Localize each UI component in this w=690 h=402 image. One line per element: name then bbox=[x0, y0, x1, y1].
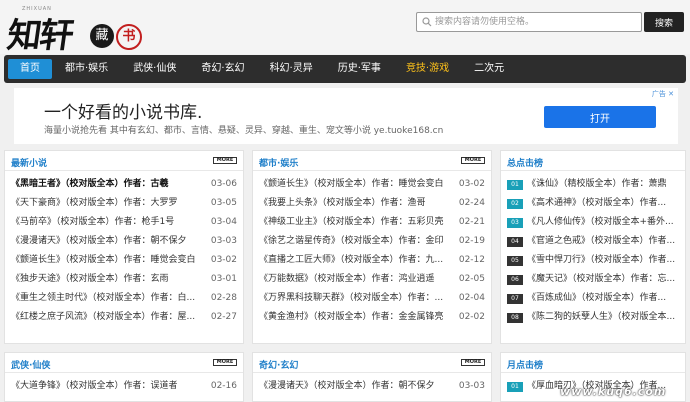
rank-number: 05 bbox=[507, 255, 523, 266]
main-nav: 首页 都市·娱乐 武侠·仙侠 奇幻·玄幻 科幻·灵异 历史·军事 竞技·游戏 二… bbox=[4, 55, 686, 83]
ad-badge[interactable]: 广告 ✕ bbox=[652, 89, 674, 99]
list-item[interactable]: 《颤道长生》（校对版全本）作者：睡觉会变白 03-02 bbox=[259, 175, 485, 194]
nav-item-wuxia[interactable]: 武侠·仙侠 bbox=[121, 59, 188, 79]
rank-number: 07 bbox=[507, 293, 523, 304]
panel-total-clicks: 总点击榜 01 《诛仙》（精校版全本）作者：萧鼎 02 《高术通神》（校对版全本）作… bbox=[500, 150, 686, 344]
panel-fantasy: 奇幻·玄幻 MORE 《漫漫诸天》（校对版全本）作者：朝不保夕 03-03 bbox=[252, 352, 492, 402]
rank-item[interactable]: 08 《陈二狗的妖孽人生》（校对版全本... bbox=[507, 308, 679, 327]
panel-latest: 最新小说 MORE 《黑暗王者》（校对版全本）作者：古羲 03-06 《天下豪商》… bbox=[4, 150, 244, 344]
list-item[interactable]: 《大道争锋》（校对版全本）作者：误道者 02-16 bbox=[11, 377, 237, 396]
rank-item[interactable]: 03 《凡人修仙传》（校对版全本+番外... bbox=[507, 213, 679, 232]
rank-number: 04 bbox=[507, 236, 523, 247]
panel-title[interactable]: 都市·娱乐 bbox=[259, 156, 298, 169]
panel-header: 总点击榜 bbox=[501, 151, 685, 171]
nav-item-games[interactable]: 竞技·游戏 bbox=[394, 59, 461, 79]
rank-item[interactable]: 04 《官道之色戒》（校对版全本）作者... bbox=[507, 232, 679, 251]
list-item[interactable]: 《漫漫诸天》（校对版全本）作者：朝不保夕 03-03 bbox=[259, 377, 485, 396]
logo-seal-dark: 藏 bbox=[90, 24, 114, 48]
panel-title[interactable]: 最新小说 bbox=[11, 156, 47, 169]
panel-title[interactable]: 奇幻·玄幻 bbox=[259, 358, 298, 371]
more-button[interactable]: MORE bbox=[461, 157, 485, 164]
panel-header: 武侠·仙侠 MORE bbox=[5, 353, 243, 373]
more-button[interactable]: MORE bbox=[461, 359, 485, 366]
ad-subtitle: 海量小说抢先看 其中有玄幻、都市、言情、悬疑、灵异、穿越、重生、宠文等小说 ye… bbox=[44, 126, 444, 136]
list-item[interactable]: 《万界黑科技聊天群》（校对版全本）作者：... 02-04 bbox=[259, 289, 485, 308]
list-item[interactable]: 《独步天途》（校对版全本）作者：玄雨 03-01 bbox=[11, 270, 237, 289]
list-item[interactable]: 《我要上头条》（校对版全本）作者：渔哥 02-24 bbox=[259, 194, 485, 213]
list-item[interactable]: 《直播之工匠大师》（校对版全本）作者：九... 02-12 bbox=[259, 251, 485, 270]
list-item[interactable]: 《徐艺之谐星传奇》（校对版全本）作者：金印 02-19 bbox=[259, 232, 485, 251]
rank-list: 01 《诛仙》（精校版全本）作者：萧鼎 02 《高术通神》（校对版全本）作者... … bbox=[501, 171, 685, 327]
nav-item-history[interactable]: 历史·军事 bbox=[326, 59, 393, 79]
list-item[interactable]: 《黄金渔村》（校对版全本）作者：金金属锋亮 02-02 bbox=[259, 308, 485, 327]
logo-main-text: 知轩 bbox=[4, 16, 75, 56]
list-item[interactable]: 《漫漫诸天》（校对版全本）作者：朝不保夕 03-03 bbox=[11, 232, 237, 251]
book-list: 《漫漫诸天》（校对版全本）作者：朝不保夕 03-03 bbox=[253, 373, 491, 396]
more-button[interactable]: MORE bbox=[213, 359, 237, 366]
rank-number: 08 bbox=[507, 312, 523, 323]
site-header: ZHIXUAN 知轩 藏 书 搜索 bbox=[0, 0, 690, 56]
more-button[interactable]: MORE bbox=[213, 157, 237, 164]
rank-number: 06 bbox=[507, 274, 523, 285]
search-icon bbox=[422, 17, 432, 27]
panel-urban: 都市·娱乐 MORE 《颤道长生》（校对版全本）作者：睡觉会变白 03-02 《我… bbox=[252, 150, 492, 344]
list-item[interactable]: 《颤道长生》（校对版全本）作者：睡觉会变白 03-02 bbox=[11, 251, 237, 270]
nav-item-home[interactable]: 首页 bbox=[8, 59, 52, 79]
rank-item[interactable]: 02 《高术通神》（校对版全本）作者... bbox=[507, 194, 679, 213]
panel-title[interactable]: 武侠·仙侠 bbox=[11, 358, 50, 371]
search-input[interactable] bbox=[435, 14, 640, 30]
nav-item-scifi[interactable]: 科幻·灵异 bbox=[258, 59, 325, 79]
list-item[interactable]: 《红楼之庶子风流》（校对版全本）作者：屋... 02-27 bbox=[11, 308, 237, 327]
search-box bbox=[416, 12, 642, 32]
search-button[interactable]: 搜索 bbox=[644, 12, 684, 32]
ad-banner[interactable]: 一个好看的小说书库. 海量小说抢先看 其中有玄幻、都市、言情、悬疑、灵异、穿越、… bbox=[14, 88, 678, 144]
site-logo[interactable]: ZHIXUAN 知轩 藏 书 bbox=[5, 4, 146, 56]
rank-number: 01 bbox=[507, 381, 523, 392]
rank-number: 01 bbox=[507, 179, 523, 190]
panel-title: 总点击榜 bbox=[507, 159, 544, 169]
nav-item-acg[interactable]: 二次元 bbox=[462, 59, 516, 79]
ad-title: 一个好看的小说书库. bbox=[44, 103, 203, 123]
panel-title: 月点击榜 bbox=[507, 361, 544, 371]
rank-number: 02 bbox=[507, 198, 523, 209]
list-item[interactable]: 《天下豪商》（校对版全本）作者：大罗罗 03-05 bbox=[11, 194, 237, 213]
list-item[interactable]: 《重生之领主时代》（校对版全本）作者：白... 02-28 bbox=[11, 289, 237, 308]
watermark: www.kuq6.com bbox=[560, 385, 667, 398]
rank-item[interactable]: 06 《魔天记》（校对版全本）作者：忘... bbox=[507, 270, 679, 289]
nav-item-urban[interactable]: 都市·娱乐 bbox=[53, 59, 120, 79]
book-list: 《黑暗王者》（校对版全本）作者：古羲 03-06 《天下豪商》（校对版全本）作者：… bbox=[5, 171, 243, 327]
panel-wuxia: 武侠·仙侠 MORE 《大道争锋》（校对版全本）作者：误道者 02-16 bbox=[4, 352, 244, 402]
panel-header: 月点击榜 bbox=[501, 353, 685, 373]
rank-item[interactable]: 01 《诛仙》（精校版全本）作者：萧鼎 bbox=[507, 175, 679, 194]
book-list: 《大道争锋》（校对版全本）作者：误道者 02-16 bbox=[5, 373, 243, 396]
list-item[interactable]: 《黑暗王者》（校对版全本）作者：古羲 03-06 bbox=[11, 175, 237, 194]
nav-item-fantasy[interactable]: 奇幻·玄幻 bbox=[189, 59, 256, 79]
book-list: 《颤道长生》（校对版全本）作者：睡觉会变白 03-02 《我要上头条》（校对版全本… bbox=[253, 171, 491, 327]
list-item[interactable]: 《万能数据》（校对版全本）作者：鸿业逍遥 02-05 bbox=[259, 270, 485, 289]
panel-header: 都市·娱乐 MORE bbox=[253, 151, 491, 171]
list-item[interactable]: 《马前卒》（校对版全本）作者：枪手1号 03-04 bbox=[11, 213, 237, 232]
panel-header: 奇幻·玄幻 MORE bbox=[253, 353, 491, 373]
list-item[interactable]: 《神级工业主》（校对版全本）作者：五彩贝壳 02-21 bbox=[259, 213, 485, 232]
rank-item[interactable]: 05 《雪中悍刀行》（校对版全本）作者... bbox=[507, 251, 679, 270]
panel-header: 最新小说 MORE bbox=[5, 151, 243, 171]
logo-seal-red: 书 bbox=[116, 24, 142, 50]
rank-number: 03 bbox=[507, 217, 523, 228]
rank-item[interactable]: 07 《百炼成仙》（校对版全本）作者... bbox=[507, 289, 679, 308]
ad-open-button[interactable]: 打开 bbox=[544, 106, 656, 128]
